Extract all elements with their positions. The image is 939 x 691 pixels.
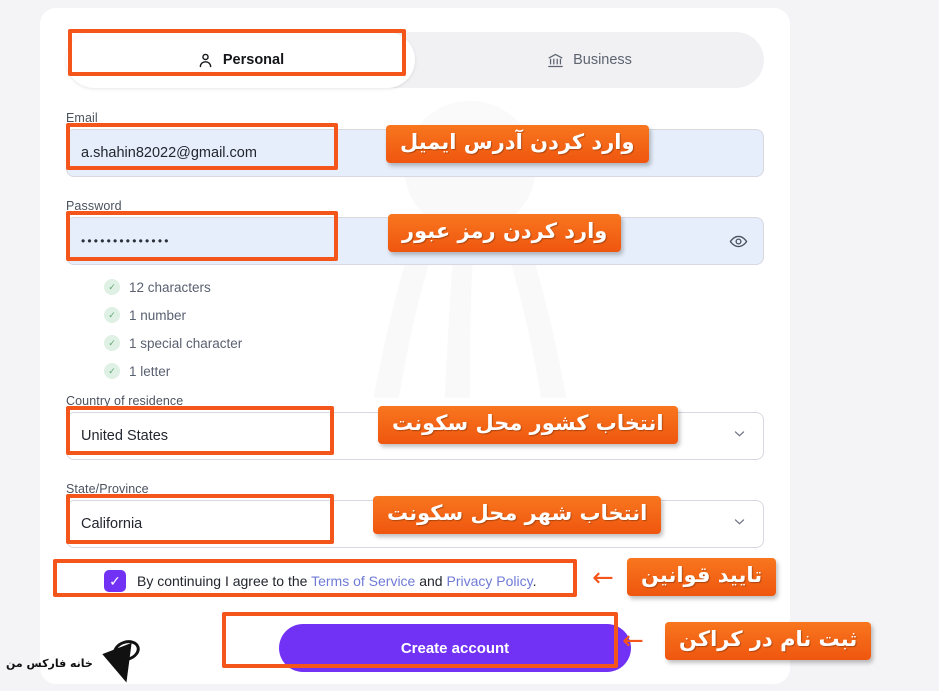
country-value: United States	[81, 428, 169, 444]
password-callout: وارد کردن رمز عبور	[388, 214, 622, 252]
privacy-policy-link[interactable]: Privacy Policy	[446, 573, 532, 589]
terms-callout-arrow: ←	[592, 563, 614, 593]
chevron-down-icon[interactable]	[732, 514, 747, 534]
terms-agreement-row[interactable]: ✓ By continuing I agree to the Terms of …	[104, 570, 536, 592]
password-value: ••••••••••••••	[81, 234, 171, 248]
password-rule-label: 12 characters	[129, 279, 211, 295]
password-rule-label: 1 special character	[129, 335, 243, 351]
tab-business-label: Business	[573, 52, 632, 68]
tab-personal[interactable]: Personal	[66, 32, 415, 88]
tab-personal-label: Personal	[222, 52, 285, 68]
state-label: State/Province	[66, 482, 149, 496]
email-value: a.shahin82022@gmail.com	[81, 145, 257, 161]
brand-watermark: خانه فارکس من	[6, 636, 149, 691]
email-label: Email	[66, 111, 98, 125]
password-rule: ✓ 1 letter	[104, 357, 242, 385]
password-rule-label: 1 letter	[129, 363, 171, 379]
terms-of-service-link[interactable]: Terms of Service	[311, 573, 415, 589]
terms-text-after: .	[532, 573, 537, 589]
check-icon: ✓	[104, 363, 120, 379]
terms-text: By continuing I agree to the Terms of Se…	[137, 573, 536, 589]
terms-checkbox[interactable]: ✓	[104, 570, 126, 592]
brand-logo-icon	[97, 636, 149, 691]
create-account-button[interactable]: Create account	[279, 624, 631, 672]
password-rule: ✓ 1 number	[104, 301, 242, 329]
email-callout: وارد کردن آدرس ایمیل	[386, 125, 649, 163]
chevron-down-icon[interactable]	[732, 426, 747, 446]
tab-business[interactable]: Business	[415, 32, 764, 88]
password-rule-label: 1 number	[129, 307, 187, 323]
password-label: Password	[66, 199, 122, 213]
eye-icon[interactable]	[723, 226, 753, 256]
submit-callout-arrow: ←	[622, 626, 644, 656]
person-icon	[197, 52, 214, 69]
terms-text-before: By continuing I agree to the	[137, 573, 312, 589]
country-callout: انتخاب کشور محل سکونت	[378, 406, 678, 444]
terms-text-middle: and	[415, 573, 447, 589]
submit-callout: ثبت نام در کراکن	[665, 622, 872, 660]
check-icon: ✓	[104, 335, 120, 351]
password-rule: ✓ 12 characters	[104, 273, 242, 301]
state-value: California	[81, 516, 143, 532]
password-rules-list: ✓ 12 characters ✓ 1 number ✓ 1 special c…	[104, 273, 242, 385]
brand-watermark-text: خانه فارکس من	[6, 657, 93, 670]
state-callout: انتخاب شهر محل سکونت	[373, 496, 662, 534]
terms-callout: تایید قوانین	[627, 558, 777, 596]
check-icon: ✓	[104, 279, 120, 295]
password-rule: ✓ 1 special character	[104, 329, 242, 357]
account-type-tabs[interactable]: Personal Business	[66, 32, 764, 88]
country-label: Country of residence	[66, 394, 184, 408]
check-icon: ✓	[104, 307, 120, 323]
bank-icon	[547, 52, 564, 69]
